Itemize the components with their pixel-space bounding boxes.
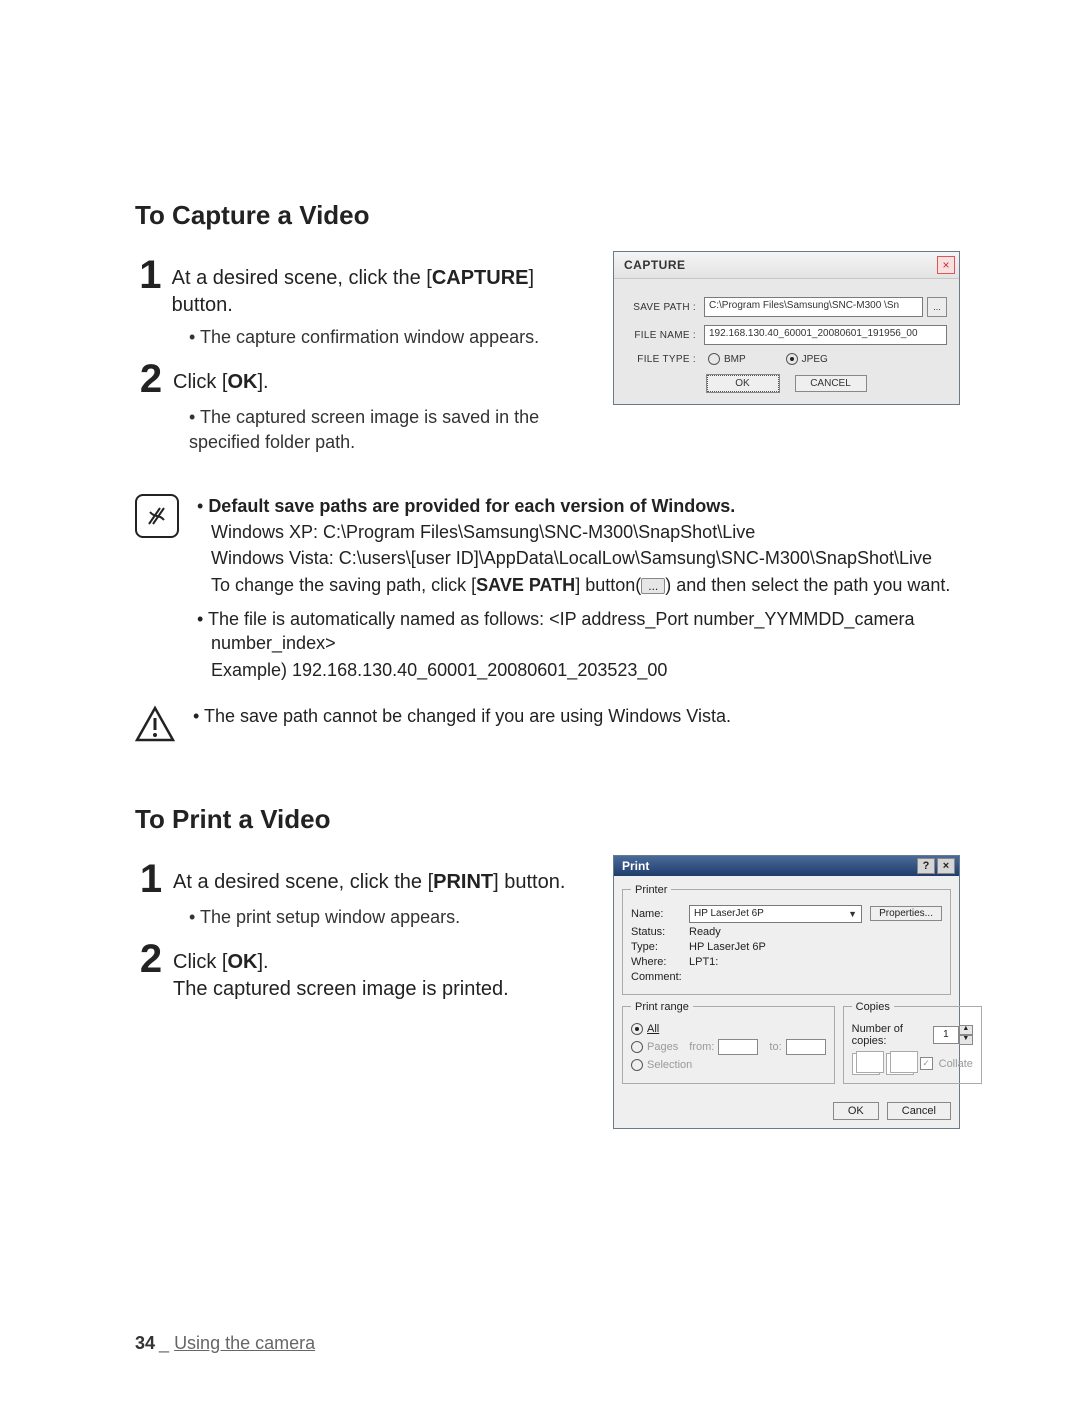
close-icon[interactable]: ×	[937, 858, 955, 874]
status-label: Status:	[631, 926, 689, 938]
inline-browse-icon: ...	[641, 578, 665, 594]
warning-body: The save path cannot be changed if you a…	[193, 704, 731, 730]
printer-group-label: Printer	[631, 884, 671, 896]
pages-to-input[interactable]	[786, 1039, 826, 1055]
type-label: Type:	[631, 941, 689, 953]
capture-dialog: CAPTURE × SAVE PATH : C:\Program Files\S…	[613, 251, 960, 405]
print-step2-text: Click [OK]. The captured screen image is…	[173, 949, 509, 1003]
chevron-down-icon: ▼	[848, 909, 857, 919]
printer-name-label: Name:	[631, 908, 689, 920]
capture-step1-text: At a desired scene, click the [CAPTURE] …	[172, 265, 583, 319]
radio-selection[interactable]: Selection	[631, 1059, 826, 1071]
page-footer: 34_ Using the camera	[135, 1333, 315, 1354]
status-value: Ready	[689, 926, 721, 938]
collate-row[interactable]: ✓ Collate	[852, 1053, 973, 1075]
print-range-group: Print range	[631, 1001, 693, 1013]
capture-step2-text: Click [OK].	[173, 369, 269, 396]
file-name-label: FILE NAME :	[626, 330, 696, 341]
save-path-label: SAVE PATH :	[626, 302, 696, 313]
capture-step1-sub: The capture confirmation window appears.	[189, 327, 539, 347]
radio-all[interactable]: All	[631, 1023, 826, 1035]
capture-step2-sub: The captured screen image is saved in th…	[189, 407, 539, 451]
heading-print: To Print a Video	[135, 804, 960, 835]
capture-dialog-title: CAPTURE	[624, 258, 686, 272]
file-type-label: FILE TYPE :	[626, 354, 696, 365]
step-number-2: 2	[135, 359, 167, 399]
print-step1-sub: The print setup window appears.	[189, 907, 460, 927]
collate-pages-icon	[852, 1053, 880, 1075]
print-dialog: Print ? × Printer Name: HP LaserJet 6P▼ …	[613, 855, 960, 1129]
browse-button[interactable]: ...	[927, 297, 947, 317]
radio-pages[interactable]: Pages from: to:	[631, 1039, 826, 1055]
print-ok-button[interactable]: OK	[833, 1102, 879, 1120]
cancel-button[interactable]: CANCEL	[795, 375, 867, 392]
copies-label: Number of copies:	[852, 1023, 927, 1047]
comment-label: Comment:	[631, 971, 689, 983]
print-dialog-title: Print	[622, 859, 649, 873]
note-body: Default save paths are provided for each…	[197, 494, 960, 684]
note-icon	[135, 494, 179, 538]
step-number-1: 1	[135, 255, 166, 295]
where-value: LPT1:	[689, 956, 718, 968]
file-name-field[interactable]: 192.168.130.40_60001_20080601_191956_00	[704, 325, 947, 345]
copies-group: Copies	[852, 1001, 894, 1013]
ok-button[interactable]: OK	[707, 375, 779, 392]
print-step-number-1: 1	[135, 859, 167, 899]
collate-pages-icon	[886, 1053, 914, 1075]
print-cancel-button[interactable]: Cancel	[887, 1102, 951, 1120]
print-step1-text: At a desired scene, click the [PRINT] bu…	[173, 869, 565, 896]
heading-capture: To Capture a Video	[135, 200, 960, 231]
radio-bmp[interactable]: BMP	[708, 353, 746, 365]
type-value: HP LaserJet 6P	[689, 941, 766, 953]
warning-icon	[135, 704, 175, 744]
help-icon[interactable]: ?	[917, 858, 935, 874]
printer-name-select[interactable]: HP LaserJet 6P▼	[689, 905, 862, 923]
properties-button[interactable]: Properties...	[870, 906, 942, 921]
pages-from-input[interactable]	[718, 1039, 758, 1055]
collate-checkbox[interactable]: ✓	[920, 1057, 933, 1070]
print-step-number-2: 2	[135, 939, 167, 979]
copies-spinner[interactable]: 1 ▲▼	[933, 1025, 973, 1045]
radio-jpeg[interactable]: JPEG	[786, 353, 828, 365]
save-path-field[interactable]: C:\Program Files\Samsung\SNC-M300 \Sn	[704, 297, 923, 317]
close-icon[interactable]: ×	[937, 256, 955, 274]
where-label: Where:	[631, 956, 689, 968]
